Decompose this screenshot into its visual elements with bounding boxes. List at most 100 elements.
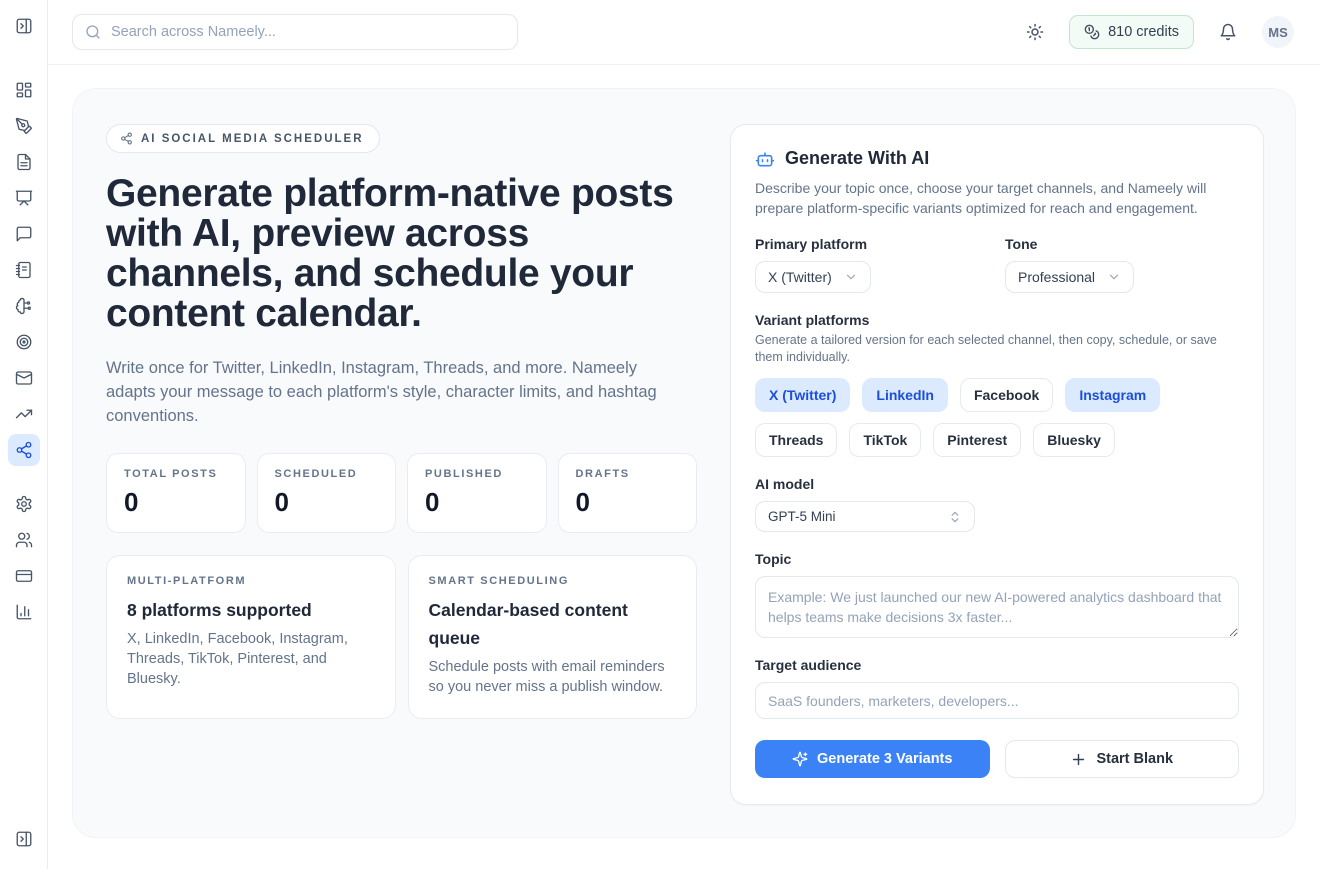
sparkles-icon — [792, 751, 808, 767]
scheduler-badge: AI SOCIAL MEDIA SCHEDULER — [106, 124, 380, 153]
sidebar-item-billing[interactable] — [8, 560, 40, 592]
main-column: 810 credits MS AI SOCIAL MEDIA SCHEDULER… — [48, 0, 1320, 869]
coins-icon — [1084, 24, 1100, 40]
feature-eyebrow: SMART SCHEDULING — [429, 575, 677, 587]
sidebar-item-trends[interactable] — [8, 398, 40, 430]
hero-intro: AI SOCIAL MEDIA SCHEDULER Generate platf… — [106, 124, 698, 805]
chip-tiktok[interactable]: TikTok — [849, 423, 921, 457]
search-icon — [85, 24, 101, 40]
feature-body: Schedule posts with email reminders so y… — [429, 657, 677, 697]
plus-icon — [1070, 751, 1087, 768]
start-blank-label: Start Blank — [1096, 751, 1173, 767]
sidebar-item-social-scheduler[interactable] — [8, 434, 40, 466]
ai-model-select[interactable]: GPT-5 Mini — [755, 501, 975, 532]
generate-variants-button[interactable]: Generate 3 Variants — [755, 740, 990, 778]
sidebar-item-documents[interactable] — [8, 146, 40, 178]
variant-platform-chips: X (Twitter) LinkedIn Facebook Instagram … — [755, 378, 1239, 457]
stat-value: 0 — [124, 487, 228, 518]
stat-drafts: DRAFTS 0 — [558, 453, 698, 533]
primary-platform-value: X (Twitter) — [768, 269, 832, 285]
chevron-down-icon — [1107, 270, 1121, 284]
stat-value: 0 — [576, 487, 680, 518]
ai-model-label: AI model — [755, 476, 1239, 492]
sidebar-item-team[interactable] — [8, 524, 40, 556]
generate-panel: Generate With AI Describe your topic onc… — [730, 124, 1264, 805]
ai-model-value: GPT-5 Mini — [768, 509, 836, 524]
chip-facebook[interactable]: Facebook — [960, 378, 1053, 412]
chip-x-twitter[interactable]: X (Twitter) — [755, 378, 850, 412]
variant-platforms-help: Generate a tailored version for each sel… — [755, 332, 1239, 365]
avatar[interactable]: MS — [1262, 16, 1294, 48]
target-audience-input[interactable] — [755, 682, 1239, 719]
panel-header: Generate With AI — [755, 148, 1239, 169]
page-subtitle: Write once for Twitter, LinkedIn, Instag… — [106, 356, 691, 428]
feature-title: 8 platforms supported — [127, 596, 375, 624]
variant-platforms-label: Variant platforms — [755, 312, 1239, 328]
panel-title: Generate With AI — [785, 148, 929, 169]
notifications-bell-icon[interactable] — [1212, 16, 1244, 48]
tone-value: Professional — [1018, 269, 1095, 285]
sidebar-item-ai-brain[interactable] — [8, 290, 40, 322]
page-content: AI SOCIAL MEDIA SCHEDULER Generate platf… — [48, 65, 1320, 869]
primary-platform-select[interactable]: X (Twitter) — [755, 261, 871, 293]
stat-value: 0 — [425, 487, 529, 518]
chip-linkedin[interactable]: LinkedIn — [862, 378, 948, 412]
feature-smart-scheduling: SMART SCHEDULING Calendar-based content … — [408, 555, 698, 719]
badge-label: AI SOCIAL MEDIA SCHEDULER — [141, 133, 364, 145]
feature-multi-platform: MULTI-PLATFORM 8 platforms supported X, … — [106, 555, 396, 719]
credits-badge[interactable]: 810 credits — [1069, 15, 1194, 49]
bot-icon — [755, 149, 775, 169]
feature-cards: MULTI-PLATFORM 8 platforms supported X, … — [106, 555, 697, 719]
stat-label: PUBLISHED — [425, 468, 529, 480]
stat-total-posts: TOTAL POSTS 0 — [106, 453, 246, 533]
sidebar-item-compose[interactable] — [8, 110, 40, 142]
sidebar-item-presentation[interactable] — [8, 182, 40, 214]
stat-label: TOTAL POSTS — [124, 468, 228, 480]
stat-label: SCHEDULED — [275, 468, 379, 480]
panel-toggle-icon[interactable] — [8, 10, 40, 42]
topbar-actions: 810 credits MS — [1019, 15, 1294, 49]
primary-platform-label: Primary platform — [755, 236, 1005, 252]
credits-label: 810 credits — [1108, 24, 1179, 40]
theme-toggle-sun-icon[interactable] — [1019, 16, 1051, 48]
sidebar-item-chat[interactable] — [8, 218, 40, 250]
search-input[interactable] — [111, 24, 505, 40]
chevron-down-icon — [844, 270, 858, 284]
stats-row: TOTAL POSTS 0 SCHEDULED 0 PUBLISHED 0 — [106, 453, 697, 533]
tone-select[interactable]: Professional — [1005, 261, 1134, 293]
chevrons-up-down-icon — [948, 510, 962, 524]
panel-description: Describe your topic once, choose your ta… — [755, 178, 1239, 218]
chip-threads[interactable]: Threads — [755, 423, 837, 457]
sidebar-item-analytics[interactable] — [8, 596, 40, 628]
chip-instagram[interactable]: Instagram — [1065, 378, 1160, 412]
start-blank-button[interactable]: Start Blank — [1005, 740, 1240, 778]
feature-eyebrow: MULTI-PLATFORM — [127, 575, 375, 587]
stat-scheduled: SCHEDULED 0 — [257, 453, 397, 533]
feature-body: X, LinkedIn, Facebook, Instagram, Thread… — [127, 629, 375, 689]
stat-value: 0 — [275, 487, 379, 518]
panel-actions: Generate 3 Variants Start Blank — [755, 740, 1239, 778]
stat-published: PUBLISHED 0 — [407, 453, 547, 533]
feature-title: Calendar-based content queue — [429, 596, 677, 652]
page-title: Generate platform-native posts with AI, … — [106, 174, 698, 334]
tone-label: Tone — [1005, 236, 1239, 252]
chip-bluesky[interactable]: Bluesky — [1033, 423, 1115, 457]
collapse-panel-icon[interactable] — [8, 823, 40, 855]
sidebar-item-settings[interactable] — [8, 488, 40, 520]
global-search[interactable] — [72, 14, 518, 50]
sidebar-item-dashboard[interactable] — [8, 74, 40, 106]
sidebar-item-mail[interactable] — [8, 362, 40, 394]
platform-tone-row: Primary platform X (Twitter) Tone Profes… — [755, 236, 1239, 293]
share-icon — [120, 132, 133, 145]
stat-label: DRAFTS — [576, 468, 680, 480]
sidebar-item-notebook[interactable] — [8, 254, 40, 286]
target-audience-label: Target audience — [755, 657, 1239, 673]
sidebar — [0, 0, 48, 869]
sidebar-item-target[interactable] — [8, 326, 40, 358]
chip-pinterest[interactable]: Pinterest — [933, 423, 1021, 457]
generate-variants-label: Generate 3 Variants — [817, 751, 952, 767]
topic-textarea[interactable] — [755, 576, 1239, 638]
topbar: 810 credits MS — [48, 0, 1320, 65]
topic-label: Topic — [755, 551, 1239, 567]
app-root: 810 credits MS AI SOCIAL MEDIA SCHEDULER… — [0, 0, 1320, 869]
